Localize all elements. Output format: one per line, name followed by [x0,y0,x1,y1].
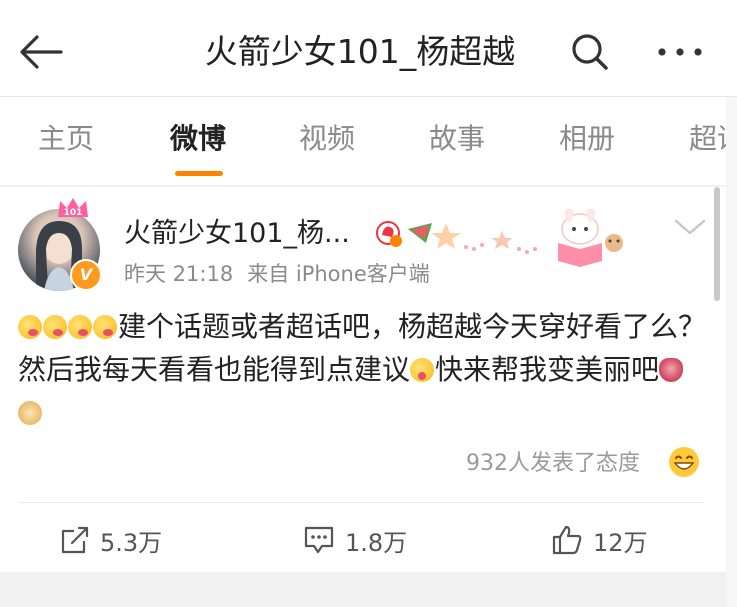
grin-emoji-icon[interactable] [668,446,700,478]
username[interactable]: 火箭少女101_杨... [124,214,350,254]
like-count: 12万 [593,528,648,557]
comment-icon [304,526,334,554]
repost-button[interactable]: 5.3万 [60,520,162,560]
watermelon-badge-icon [408,223,432,243]
more-dots-icon [658,48,702,56]
comment-button[interactable]: 1.8万 [303,520,407,560]
page-title: 火箭少女101_杨超越 [204,32,516,71]
post-card[interactable]: 101 V 火箭少女101_杨... 昨天 21:18 来自 iPhone客户端… [0,187,737,572]
active-tab-indicator [175,171,223,176]
thumbs-up-icon [552,525,582,555]
svg-text:101: 101 [64,208,83,218]
comment-count: 1.8万 [345,528,408,557]
card-divider [18,502,703,503]
post-source: 来自 iPhone客户端 [247,262,430,286]
tab-home[interactable]: 主页 [38,119,94,159]
back-button[interactable] [14,26,68,78]
tongue-emoji-icon [410,358,435,382]
rooster-badge-icon [376,221,402,247]
search-icon [572,34,608,70]
rose-emoji-icon [659,358,684,382]
yummy-emoji-icon [68,315,92,339]
profile-tabs: 主页 微博 视频 故事 相册 超话 [0,97,737,185]
repost-count: 5.3万 [100,528,163,557]
tab-video[interactable]: 视频 [299,119,355,159]
doge-emoji-icon [18,401,42,425]
post-meta: 昨天 21:18 来自 iPhone客户端 [124,259,444,289]
post-text: 建个话题或者超话吧，杨超越今天穿好看了么？然后我每天看看也能得到点建议 快来帮我变… [18,305,708,434]
verified-badge: V [70,259,102,291]
more-options-button[interactable] [652,28,708,76]
reactions-count[interactable]: 932人发表了态度 [466,447,640,481]
back-arrow-icon [20,35,63,69]
star-decoration-icon [431,223,537,254]
yummy-emoji-icon [18,315,42,339]
tab-weibo[interactable]: 微博 [170,119,226,159]
tab-album[interactable]: 相册 [559,119,615,159]
yummy-emoji-icon [43,315,67,339]
like-button[interactable]: 12万 [551,520,648,560]
post-text-part2: 快来帮我变美丽吧 [435,353,660,386]
post-time: 昨天 21:18 [124,262,234,286]
scrollbar[interactable] [714,187,720,301]
weibo-profile-screen: 火箭少女101_杨超越 主页 微博 视频 故事 相册 超话 [0,0,737,607]
yummy-emoji-icon [93,315,117,339]
chevron-down-icon[interactable] [672,215,708,239]
search-button[interactable] [566,28,614,76]
right-edge-strip [726,97,737,607]
bunny-reading-icon [558,209,623,267]
bottom-section-gap [0,572,737,607]
top-bar: 火箭少女101_杨超越 [0,0,737,97]
crown-icon: 101 [58,198,88,218]
tab-story[interactable]: 故事 [429,119,485,159]
repost-icon [61,526,89,554]
